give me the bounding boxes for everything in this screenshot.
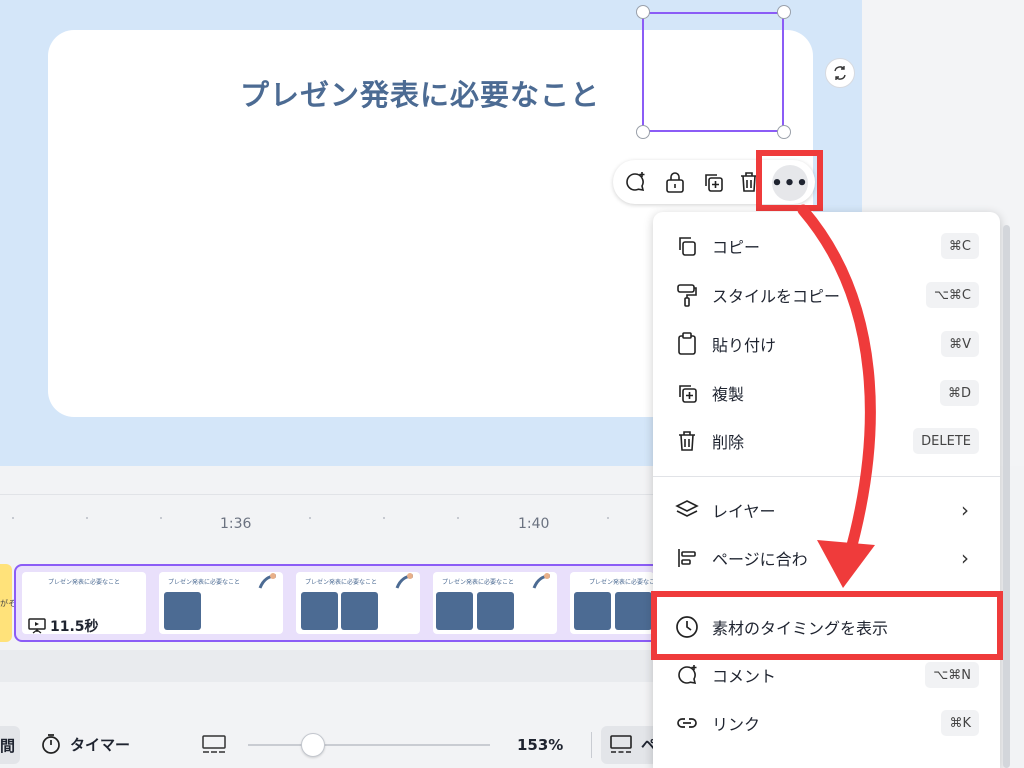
page-thumbnail-5[interactable]: プレゼン発表に必要なこと — [570, 572, 654, 634]
thumbnail-block — [164, 592, 201, 630]
copy-icon — [675, 234, 699, 258]
menu-item-label: 貼り付け — [712, 336, 777, 355]
selected-element-frame[interactable] — [642, 12, 784, 132]
shortcut-badge: ⌘K — [941, 710, 979, 736]
resize-handle-bottom-left[interactable] — [636, 125, 650, 139]
page-thumbnail-2[interactable]: プレゼン発表に必要なこと — [159, 572, 283, 634]
menu-item-copy-style[interactable]: スタイルをコピー ⌥⌘C — [653, 273, 983, 317]
ruler-tick-label: 1:40 — [518, 516, 550, 532]
shortcut-badge: ⌥⌘C — [925, 282, 979, 308]
menu-item-paste[interactable]: 貼り付け ⌘V — [653, 322, 983, 366]
grid-view-icon — [610, 735, 632, 753]
ruler-dot — [12, 517, 14, 519]
chevron-right-icon: › — [961, 498, 969, 522]
comment-add-icon — [626, 172, 645, 191]
ruler-dot — [309, 517, 311, 519]
ruler-dot — [160, 517, 162, 519]
highlight-box-timing-item — [651, 591, 1003, 660]
grid-view-button[interactable]: ペ — [601, 726, 661, 764]
thumbnail-block — [341, 592, 378, 630]
duplicate-icon — [705, 174, 723, 192]
menu-item-label: レイヤー — [712, 502, 776, 521]
duplicate-button[interactable] — [699, 168, 727, 196]
slide-title[interactable]: プレゼン発表に必要なこと — [240, 72, 600, 114]
ruler-dot — [457, 517, 459, 519]
menu-item-delete[interactable]: 削除 DELETE — [653, 419, 983, 463]
page-thumbnail-3[interactable]: プレゼン発表に必要なこと — [296, 572, 420, 634]
chevron-right-icon: › — [961, 546, 969, 570]
menu-item-link[interactable]: リンク ⌘K — [653, 701, 983, 745]
ruler-dot — [86, 517, 88, 519]
resize-handle-top-left[interactable] — [636, 5, 650, 19]
menu-item-align-to-page[interactable]: ページに合わ › — [653, 536, 983, 580]
comment-add-button[interactable] — [621, 168, 649, 196]
trash-icon — [675, 429, 699, 453]
timer-button[interactable]: タイマー — [40, 733, 130, 755]
resize-handle-top-right[interactable] — [777, 5, 791, 19]
context-menu: コピー ⌘C スタイルをコピー ⌥⌘C 貼り付け ⌘V 複製 ⌘D 削除 DEL… — [653, 212, 1000, 768]
lock-icon — [666, 172, 684, 193]
thumbnail-block — [301, 592, 338, 630]
clip-duration: 11.5秒 — [28, 616, 99, 636]
lock-button[interactable] — [661, 168, 689, 196]
notes-button-label: 間 — [0, 736, 16, 755]
rotate-button[interactable] — [825, 58, 855, 88]
shortcut-badge: ⌘D — [939, 380, 979, 406]
menu-item-label: リンク — [712, 715, 761, 734]
comment-add-icon — [675, 663, 699, 687]
notes-button[interactable]: 間 — [0, 726, 20, 764]
menu-item-label: ページに合わ — [712, 550, 808, 569]
thumbnail-size-icon[interactable] — [201, 734, 227, 756]
paint-roller-icon — [675, 283, 699, 307]
thumbnail-block — [477, 592, 514, 630]
duplicate-icon — [675, 381, 699, 405]
duration-text: 11.5秒 — [50, 619, 99, 635]
ruler-dot — [607, 517, 609, 519]
character-illustration-icon — [258, 573, 277, 589]
menu-item-copy[interactable]: コピー ⌘C — [653, 224, 983, 268]
menu-item-duplicate[interactable]: 複製 ⌘D — [653, 371, 983, 415]
character-illustration-icon — [532, 573, 551, 589]
thumbnail-title: プレゼン発表に必要なこと — [588, 579, 654, 586]
menu-item-label: スタイルをコピー — [712, 287, 841, 306]
thumbnail-title: プレゼン発表に必要なこと — [441, 579, 514, 586]
zoom-slider-track[interactable] — [248, 744, 490, 746]
layers-icon — [675, 498, 699, 522]
presentation-icon — [28, 618, 46, 634]
page-thumbnail-4[interactable]: プレゼン発表に必要なこと — [433, 572, 557, 634]
rotate-icon — [834, 66, 846, 80]
thumbnail-title: プレゼン発表に必要なこと — [167, 579, 240, 586]
divider — [591, 732, 592, 758]
thumbnail-block — [436, 592, 473, 630]
zoom-percent[interactable]: 153% — [517, 736, 563, 754]
menu-scrollbar[interactable] — [1003, 225, 1010, 768]
menu-item-label: コメント — [712, 667, 777, 686]
thumbnail-title: プレゼン発表に必要なこと — [304, 579, 377, 586]
menu-item-label: 削除 — [712, 433, 745, 452]
ruler-tick-label: 1:36 — [220, 516, 252, 532]
link-icon — [675, 711, 699, 735]
shortcut-badge: DELETE — [913, 428, 979, 454]
highlight-box-more-button — [756, 150, 823, 211]
timer-icon — [42, 734, 60, 754]
character-illustration-icon — [395, 573, 414, 589]
menu-item-label: コピー — [712, 238, 761, 257]
menu-divider — [653, 476, 1000, 477]
menu-item-label: 複製 — [712, 385, 745, 404]
menu-item-layer[interactable]: レイヤー › — [653, 488, 983, 532]
thumbnail-title: プレゼン発表に必要なこと — [47, 579, 120, 586]
shortcut-badge: ⌥⌘N — [925, 662, 979, 688]
shortcut-badge: ⌘C — [940, 233, 979, 259]
align-icon — [675, 546, 699, 570]
ruler-dot — [383, 517, 385, 519]
thumbnail-block — [615, 592, 652, 630]
zoom-slider-knob[interactable] — [301, 733, 325, 757]
timer-label: タイマー — [70, 735, 131, 754]
clipboard-icon — [675, 332, 699, 356]
thumbnail-block — [574, 592, 611, 630]
shortcut-badge: ⌘V — [941, 331, 979, 357]
resize-handle-bottom-right[interactable] — [777, 125, 791, 139]
